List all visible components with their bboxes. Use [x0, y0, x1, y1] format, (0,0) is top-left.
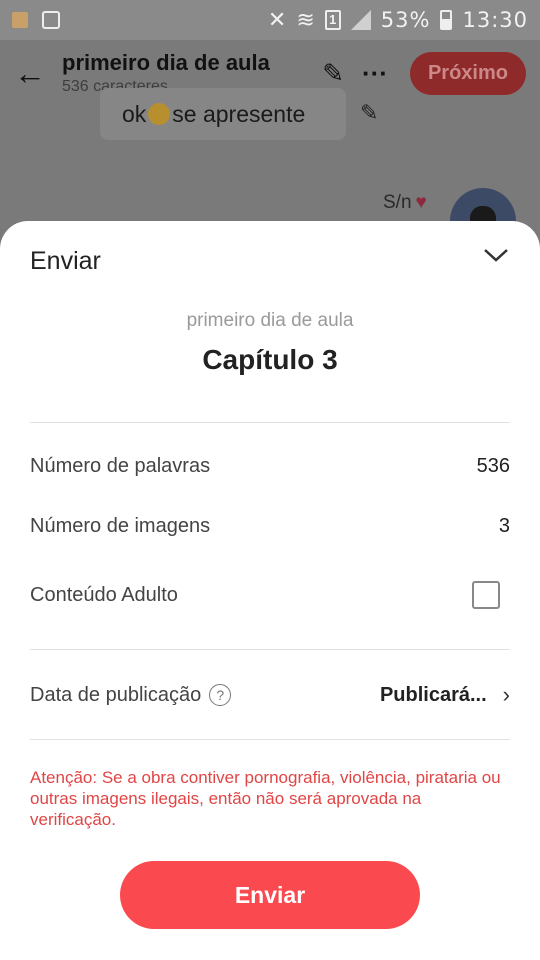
status-bar: ✕ ≋ 1 53% 13:30	[0, 0, 540, 40]
divider	[30, 649, 510, 650]
help-icon[interactable]: ?	[209, 684, 232, 706]
sim-icon: 1	[324, 10, 341, 30]
gallery-notification-icon	[42, 11, 60, 29]
battery-icon	[440, 10, 453, 30]
send-button[interactable]: Enviar	[120, 861, 420, 929]
chapter-title: Capítulo 3	[202, 344, 338, 375]
more-options-icon[interactable]: ···	[362, 58, 388, 89]
chevron-down-icon[interactable]	[482, 245, 510, 265]
image-count-row: Número de imagens 3	[30, 515, 510, 538]
divider	[30, 422, 510, 423]
publish-date-label: Data de publicação	[30, 683, 202, 706]
adult-content-checkbox[interactable]	[472, 581, 500, 609]
edit-pencil-icon[interactable]: ✎	[322, 58, 344, 89]
send-sheet: Enviar primeiro dia de aula Capítulo 3 N…	[0, 221, 540, 960]
bubble-text-end: se apresente	[172, 100, 306, 127]
work-title: primeiro dia de aula	[186, 310, 354, 331]
next-button[interactable]: Próximo	[409, 51, 526, 95]
adult-content-row: Conteúdo Adulto	[30, 581, 510, 609]
word-count-row: Número de palavras 536	[30, 455, 510, 478]
laughing-emoji-icon	[148, 103, 171, 125]
app-notification-icon	[12, 12, 28, 28]
broken-heart-icon: ♥	[415, 192, 427, 213]
bubble-text-start: ok	[122, 100, 147, 127]
author-label: S/n	[383, 192, 412, 213]
signal-icon	[350, 10, 371, 30]
battery-percent: 53%	[380, 8, 431, 32]
image-count-label: Número de imagens	[30, 515, 211, 537]
edit-bubble-icon[interactable]: ✎	[360, 100, 378, 126]
mute-icon: ✕	[267, 7, 287, 32]
word-count-label: Número de palavras	[30, 455, 211, 477]
image-count-value: 3	[498, 515, 510, 537]
clock: 13:30	[462, 8, 528, 32]
document-title: primeiro dia de aula	[62, 50, 270, 75]
word-count-value: 536	[476, 455, 510, 477]
publish-date-value: Publicará...	[379, 683, 487, 706]
warning-text: Atenção: Se a obra contiver pornografia,…	[30, 768, 501, 829]
chat-bubble: ok se apresente	[100, 88, 346, 140]
chevron-right-icon: ›	[502, 682, 510, 707]
wifi-icon: ≋	[296, 7, 315, 32]
author-name: S/n ♥	[383, 192, 427, 214]
adult-content-label: Conteúdo Adulto	[30, 583, 178, 606]
publish-date-row[interactable]: Data de publicação ? Publicará... ›	[30, 682, 510, 708]
divider	[30, 739, 510, 740]
sheet-title: Enviar	[30, 247, 101, 275]
back-arrow-icon[interactable]: ←	[14, 55, 50, 92]
